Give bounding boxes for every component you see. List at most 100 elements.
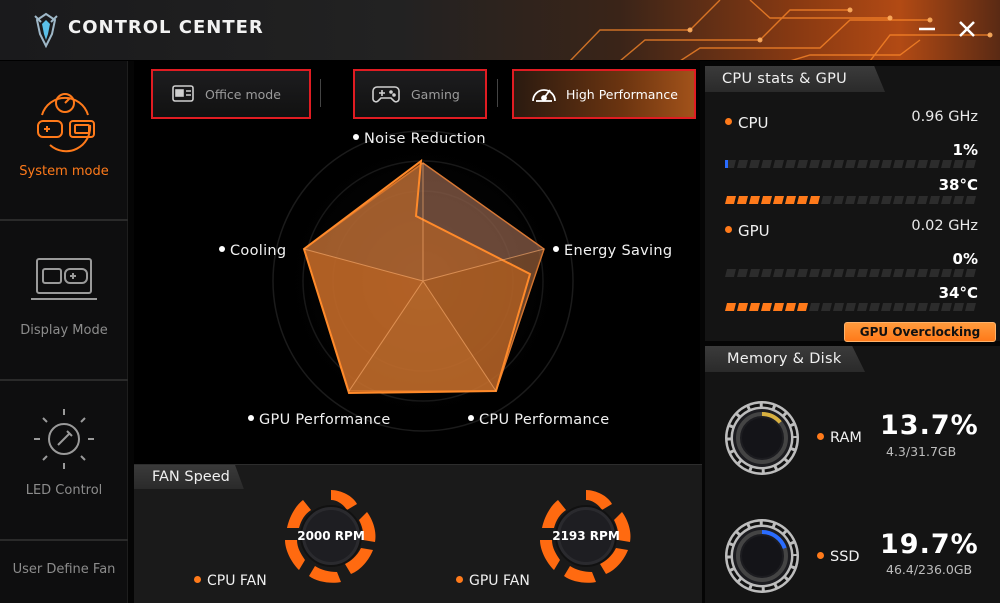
- bar-segment-empty: [749, 160, 760, 168]
- ssd-usage-ring: [725, 519, 799, 593]
- fan-speed-title: FAN Speed: [134, 465, 244, 489]
- bar-segment-empty: [821, 303, 832, 311]
- bar-segment-empty: [917, 269, 928, 277]
- bar-segment-empty: [773, 160, 784, 168]
- bar-segment-empty: [869, 196, 880, 204]
- sidebar-item-system-mode[interactable]: System mode: [0, 61, 128, 219]
- ram-detail: 4.3/31.7GB: [886, 444, 957, 459]
- cpu-usage-bar: [725, 160, 976, 168]
- bar-segment-empty: [905, 303, 916, 311]
- bar-segment-filled: [749, 196, 760, 204]
- mode-gaming-label: Gaming: [411, 86, 460, 102]
- bar-segment-filled: [725, 196, 736, 204]
- gpu-usage: 0%: [952, 250, 978, 268]
- bar-segment-empty: [929, 303, 940, 311]
- bar-segment-empty: [881, 196, 892, 204]
- title-bar: CONTROL CENTER: [0, 0, 1000, 61]
- gpu-fan-rpm: 2193 RPM: [552, 529, 620, 543]
- bar-segment-empty: [953, 160, 964, 168]
- bar-segment-empty: [929, 196, 940, 204]
- bar-segment-empty: [869, 303, 880, 311]
- gpu-label: GPU: [725, 222, 770, 240]
- bar-segment-filled: [773, 303, 784, 311]
- radar-axis-label: Energy Saving: [553, 243, 672, 259]
- bar-segment-empty: [857, 303, 868, 311]
- bar-segment-empty: [953, 196, 964, 204]
- sidebar-item-display-mode[interactable]: Display Mode: [0, 221, 128, 379]
- bar-segment-empty: [893, 160, 904, 168]
- bar-segment-filled: [761, 303, 772, 311]
- close-icon: [959, 21, 975, 37]
- bar-segment-filled: [725, 303, 736, 311]
- bar-segment-empty: [893, 303, 904, 311]
- stats-title: CPU stats & GPU stats: [705, 66, 885, 92]
- bar-segment-empty: [761, 269, 772, 277]
- ssd-detail: 46.4/236.0GB: [886, 562, 973, 577]
- gpu-frequency: 0.02 GHz: [911, 218, 978, 234]
- mode-gaming-button[interactable]: Gaming: [353, 69, 487, 119]
- gpu-usage-bar: [725, 269, 976, 277]
- bar-segment-empty: [845, 196, 856, 204]
- bar-segment-empty: [917, 196, 928, 204]
- sidebar-item-label: LED Control: [25, 483, 103, 498]
- bar-segment-empty: [965, 303, 976, 311]
- bar-segment-empty: [845, 269, 856, 277]
- radar-axis-label: Cooling: [219, 243, 286, 259]
- bar-segment-filled: [797, 196, 808, 204]
- bar-segment-empty: [785, 269, 796, 277]
- bar-segment-empty: [785, 160, 796, 168]
- bar-segment-filled: [797, 303, 808, 311]
- bar-segment-filled: [761, 196, 772, 204]
- bar-segment-empty: [797, 269, 808, 277]
- bar-segment-empty: [881, 269, 892, 277]
- mode-divider: [320, 79, 321, 107]
- bar-segment-empty: [917, 303, 928, 311]
- mode-high-performance-label: High Performance: [566, 86, 678, 102]
- bar-segment-empty: [833, 303, 844, 311]
- app-title: CONTROL CENTER: [68, 17, 264, 38]
- cpu-temperature-bar: [725, 196, 976, 204]
- bar-segment-empty: [905, 160, 916, 168]
- bar-segment-empty: [857, 160, 868, 168]
- minimize-button[interactable]: [912, 14, 942, 44]
- fan-speed-panel: FAN Speed 2000 RPM CPU FAN 2193 RPM GPU …: [134, 464, 702, 603]
- memory-disk-title: Memory & Disk: [705, 346, 865, 372]
- bar-segment-empty: [833, 269, 844, 277]
- bar-segment-empty: [809, 160, 820, 168]
- ram-percent: 13.7%: [880, 410, 979, 441]
- mode-high-performance-button[interactable]: High Performance: [512, 69, 696, 119]
- office-mode-icon: [172, 85, 194, 102]
- mode-office-button[interactable]: Office mode: [151, 69, 311, 119]
- sidebar-item-label: Display Mode: [20, 323, 108, 338]
- sidebar-item-led-control[interactable]: LED Control: [0, 381, 128, 539]
- ram-usage-ring: [725, 401, 799, 475]
- cpu-temperature: 38°C: [938, 176, 978, 194]
- bar-segment-empty: [809, 303, 820, 311]
- close-button[interactable]: [952, 14, 982, 44]
- bar-segment-empty: [749, 269, 760, 277]
- sidebar: System mode Display Mode LED Control Use…: [0, 61, 128, 603]
- cpu-frequency: 0.96 GHz: [911, 109, 978, 125]
- gpu-fan-label: GPU FAN: [456, 573, 530, 589]
- bar-segment-empty: [905, 269, 916, 277]
- ring-center: [742, 418, 782, 458]
- sidebar-item-user-define-fan[interactable]: User Define Fan: [0, 541, 128, 603]
- cpu-gpu-stats-panel: CPU stats & GPU stats CPU 0.96 GHz 1% 38…: [705, 66, 1000, 341]
- bar-segment-empty: [809, 269, 820, 277]
- system-mode-panel: Office mode Gaming High Performance Nois…: [134, 61, 700, 464]
- bar-segment-empty: [869, 269, 880, 277]
- radar-axis-label: Noise Reduction: [353, 131, 486, 147]
- minimize-icon: [919, 27, 935, 31]
- bar-segment-empty: [941, 303, 952, 311]
- bar-segment-empty: [737, 269, 748, 277]
- radar-axis-label: CPU Performance: [468, 412, 609, 428]
- bar-segment-filled: [785, 196, 796, 204]
- bar-segment-empty: [845, 303, 856, 311]
- bar-segment-empty: [965, 196, 976, 204]
- radar-axis-label: GPU Performance: [248, 412, 391, 428]
- ram-label: RAM: [817, 430, 862, 446]
- bar-segment-empty: [881, 160, 892, 168]
- gpu-temperature: 34°C: [938, 284, 978, 302]
- mode-office-label: Office mode: [205, 86, 281, 102]
- gpu-overclocking-button[interactable]: GPU Overclocking: [844, 322, 996, 342]
